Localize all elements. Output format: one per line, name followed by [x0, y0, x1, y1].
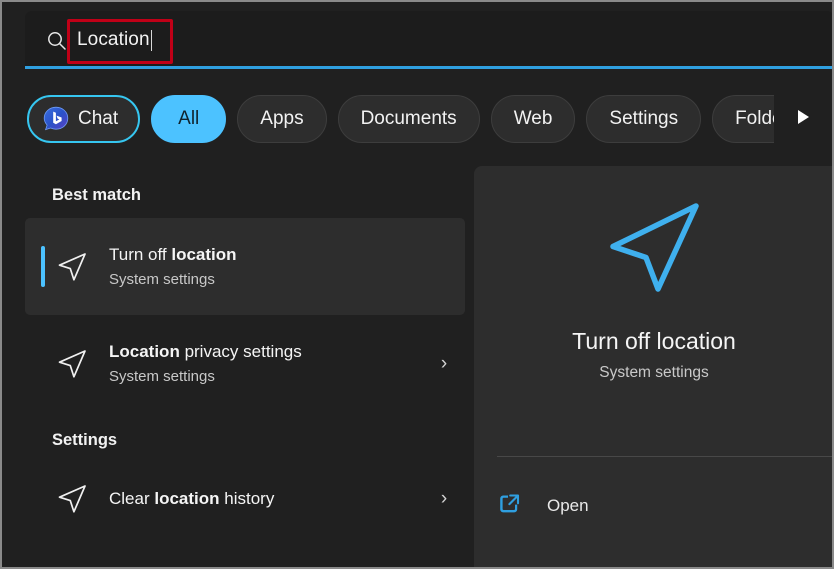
preview-subtitle: System settings — [599, 364, 709, 381]
tab-settings[interactable]: Settings — [586, 95, 702, 143]
result-title: Location privacy settings — [109, 340, 429, 364]
preview-action-open[interactable]: Open — [497, 486, 589, 526]
text-caret — [150, 29, 152, 51]
section-header-settings: Settings — [52, 431, 118, 449]
search-icon — [47, 31, 66, 50]
tab-all-label: All — [178, 108, 200, 129]
open-external-icon — [497, 491, 522, 521]
result-title-match: location — [154, 489, 220, 508]
location-arrow-icon — [52, 479, 92, 519]
section-header-best-match: Best match — [52, 186, 141, 204]
result-item-clear-location-history[interactable]: Clear location history › — [25, 466, 465, 532]
tabs-scroll-right-button[interactable] — [774, 92, 832, 146]
location-arrow-icon — [52, 344, 92, 384]
filter-tabs[interactable]: Chat All Apps Documents Web Settings Fol… — [27, 92, 832, 146]
preview-divider — [497, 456, 832, 457]
preview-summary: Turn off location System settings — [474, 166, 832, 382]
scroll-right-arrow-icon — [794, 107, 812, 132]
result-title-match: location — [171, 244, 237, 264]
result-subtitle: System settings — [109, 270, 215, 288]
results-list: Best match Turn off location System sett… — [25, 162, 465, 567]
result-subtitle: System settings — [109, 368, 215, 385]
search-bar[interactable]: Location — [25, 11, 832, 69]
result-item-location-privacy-settings[interactable]: Location privacy settings System setting… — [25, 331, 465, 397]
tab-web[interactable]: Web — [490, 95, 576, 143]
tab-chat-label: Chat — [78, 108, 119, 129]
tab-apps-label: Apps — [260, 108, 304, 129]
result-title-prefix: Clear — [109, 489, 155, 508]
result-item-turn-off-location[interactable]: Turn off location System settings — [25, 218, 465, 315]
location-arrow-icon-large — [602, 194, 706, 303]
search-focus-underline — [25, 66, 832, 69]
result-title-prefix: Turn off — [109, 244, 172, 264]
open-action-label: Open — [547, 496, 589, 515]
preview-title: Turn off location — [572, 328, 736, 354]
selection-accent-bar — [41, 246, 45, 287]
location-arrow-icon — [52, 247, 92, 287]
result-title-suffix: privacy settings — [179, 342, 302, 361]
chevron-right-icon[interactable]: › — [429, 353, 459, 375]
result-title: Clear location history — [109, 487, 429, 511]
result-title: Turn off location — [109, 243, 465, 267]
tab-apps[interactable]: Apps — [237, 95, 327, 143]
result-title-suffix: history — [219, 489, 275, 508]
search-input-value[interactable]: Location — [77, 29, 150, 51]
tab-documents-label: Documents — [360, 108, 457, 129]
tab-all[interactable]: All — [151, 95, 227, 143]
tab-settings-label: Settings — [609, 108, 679, 129]
tab-documents[interactable]: Documents — [337, 95, 480, 143]
tab-web-label: Web — [513, 108, 553, 129]
preview-panel: Turn off location System settings Open — [474, 166, 832, 567]
windows-search-window: Location Chat All Apps Documents Web Set… — [0, 0, 834, 569]
bing-chat-icon — [43, 106, 69, 132]
result-title-match: Location — [109, 342, 180, 361]
tab-chat[interactable]: Chat — [27, 95, 141, 143]
chevron-right-icon[interactable]: › — [429, 488, 459, 510]
